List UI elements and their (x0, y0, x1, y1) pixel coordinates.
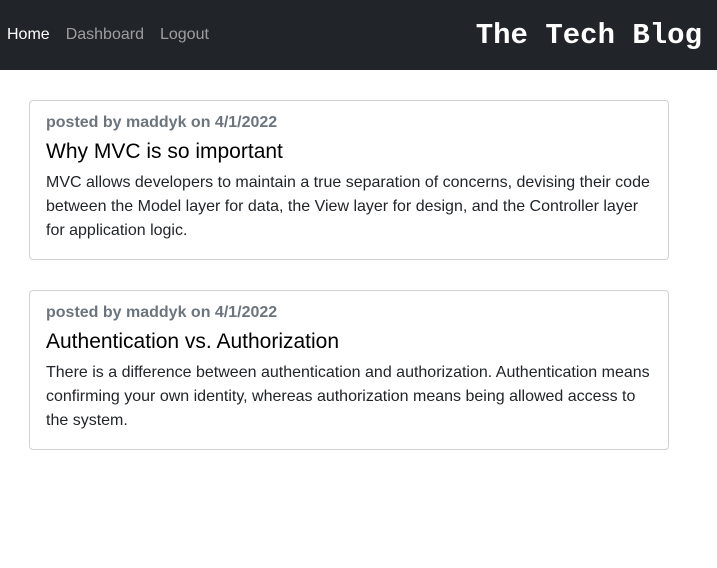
nav-link-logout[interactable]: Logout (160, 23, 209, 47)
post-title[interactable]: Why MVC is so important (46, 138, 652, 166)
post-card[interactable]: posted by maddyk on 4/1/2022 Why MVC is … (29, 100, 669, 260)
post-body: There is a difference between authentica… (46, 364, 650, 429)
nav-link-dashboard[interactable]: Dashboard (66, 23, 144, 47)
nav-link-home[interactable]: Home (7, 23, 50, 47)
post-card[interactable]: posted by maddyk on 4/1/2022 Authenticat… (29, 290, 669, 450)
post-meta: posted by maddyk on 4/1/2022 (46, 304, 278, 321)
nav-links: Home Dashboard Logout (7, 0, 225, 70)
site-title: The Tech Blog (475, 18, 702, 52)
post-title[interactable]: Authentication vs. Authorization (46, 328, 652, 356)
navbar: Home Dashboard Logout The Tech Blog (0, 0, 717, 70)
post-list: posted by maddyk on 4/1/2022 Why MVC is … (29, 100, 669, 480)
post-meta: posted by maddyk on 4/1/2022 (46, 114, 278, 131)
post-body: MVC allows developers to maintain a true… (46, 174, 650, 239)
